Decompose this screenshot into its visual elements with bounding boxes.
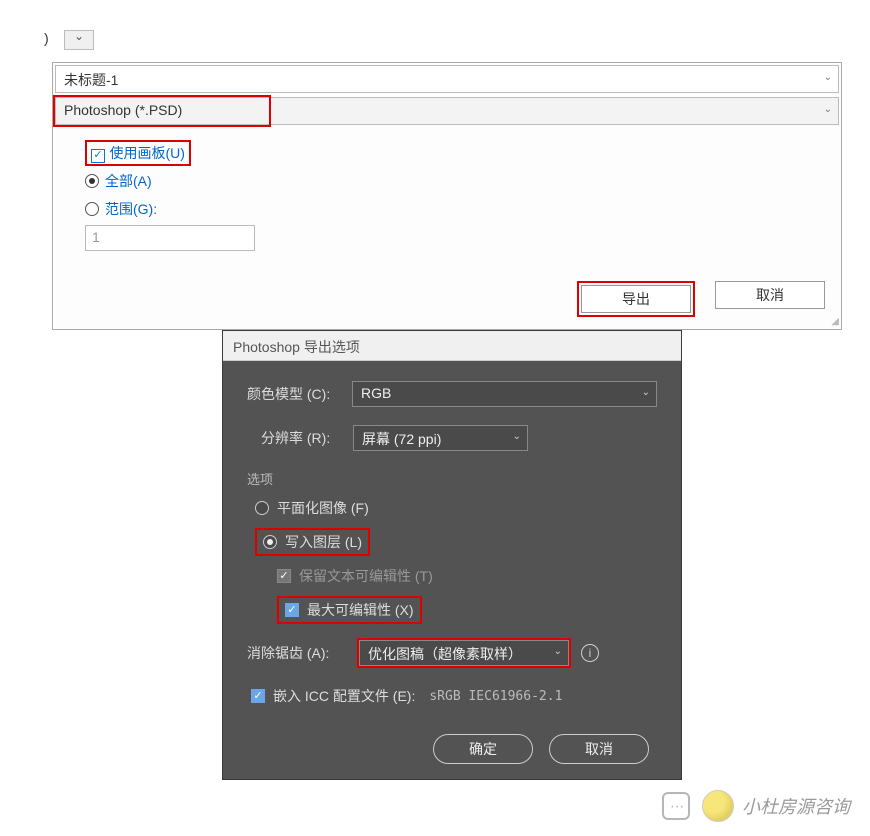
chevron-down-icon: ⌄: [642, 387, 650, 398]
icc-profile-value: sRGB IEC61966-2.1: [429, 689, 562, 704]
dialog2-buttons: 确定 取消: [247, 734, 657, 764]
color-model-dropdown[interactable]: RGB ⌄: [352, 381, 657, 407]
filename-value: 未标题-1: [64, 72, 118, 88]
preserve-text-label: 保留文本可编辑性 (T): [299, 566, 433, 586]
flatten-radio[interactable]: [255, 501, 269, 515]
ok-button[interactable]: 确定: [433, 734, 533, 764]
export-button[interactable]: 导出: [581, 285, 691, 313]
antialias-value: 优化图稿（超像素取样）: [368, 646, 522, 662]
artboard-options: 使用画板(U) 全部(A) 范围(G):: [85, 139, 191, 223]
highlight-box: 导出: [577, 281, 695, 317]
filename-dropdown[interactable]: 未标题-1 ⌄: [55, 65, 839, 93]
wechat-chat-icon: [662, 792, 690, 820]
dialog-title: Photoshop 导出选项: [223, 331, 681, 361]
embed-icc-label[interactable]: 嵌入 ICC 配置文件 (E):: [273, 686, 415, 706]
write-layers-radio[interactable]: [263, 535, 277, 549]
cancel-button[interactable]: 取消: [715, 281, 825, 309]
resolution-dropdown[interactable]: 屏幕 (72 ppi) ⌄: [353, 425, 528, 451]
cancel-button[interactable]: 取消: [549, 734, 649, 764]
format-value: Photoshop (*.PSD): [64, 102, 182, 118]
range-label[interactable]: 范围(G):: [105, 199, 157, 219]
wechat-avatar-icon: [702, 790, 734, 822]
watermark: 小杜房源咨询: [662, 790, 850, 822]
resolution-value: 屏幕 (72 ppi): [362, 431, 441, 447]
chevron-down-icon: ⌄: [554, 646, 562, 657]
options-section-label: 选项: [247, 469, 657, 488]
all-radio[interactable]: [85, 174, 99, 188]
all-label[interactable]: 全部(A): [105, 171, 152, 191]
resolution-label: 分辨率 (R):: [261, 428, 343, 448]
antialias-label: 消除锯齿 (A):: [247, 643, 347, 663]
use-artboard-checkbox[interactable]: [91, 149, 105, 163]
resize-grip-icon[interactable]: ◢: [831, 316, 839, 327]
highlight-box: 使用画板(U): [85, 140, 191, 166]
close-paren-text: ): [44, 30, 49, 46]
chevron-down-icon: ⌄: [824, 104, 832, 115]
watermark-text: 小杜房源咨询: [742, 793, 850, 819]
dialog1-buttons: 导出 取消: [577, 281, 825, 317]
info-icon[interactable]: i: [581, 644, 599, 662]
max-edit-checkbox[interactable]: [285, 603, 299, 617]
range-radio[interactable]: [85, 202, 99, 216]
write-layers-label[interactable]: 写入图层 (L): [285, 532, 362, 552]
max-edit-label[interactable]: 最大可编辑性 (X): [307, 600, 414, 620]
flatten-label[interactable]: 平面化图像 (F): [277, 498, 369, 518]
export-dialog: 未标题-1 ⌄ Photoshop (*.PSD) ⌄ 使用画板(U) 全部(A…: [52, 62, 842, 330]
chevron-down-icon: ⌄: [513, 431, 521, 442]
highlight-box: 最大可编辑性 (X): [277, 596, 422, 624]
chevron-down-icon: ⌄: [824, 72, 832, 83]
photoshop-export-options-dialog: Photoshop 导出选项 颜色模型 (C): RGB ⌄ 分辨率 (R): …: [222, 330, 682, 780]
embed-icc-checkbox[interactable]: [251, 689, 265, 703]
highlight-box: 优化图稿（超像素取样） ⌄: [357, 638, 571, 668]
highlight-box: 写入图层 (L): [255, 528, 370, 556]
top-small-dropdown[interactable]: [64, 30, 94, 50]
color-model-label: 颜色模型 (C):: [247, 384, 342, 404]
format-dropdown[interactable]: Photoshop (*.PSD) ⌄: [55, 97, 839, 125]
antialias-dropdown[interactable]: 优化图稿（超像素取样） ⌄: [359, 640, 569, 666]
use-artboard-label[interactable]: 使用画板(U): [109, 145, 184, 161]
range-input[interactable]: 1: [85, 225, 255, 251]
preserve-text-checkbox: [277, 569, 291, 583]
color-model-value: RGB: [361, 385, 391, 401]
